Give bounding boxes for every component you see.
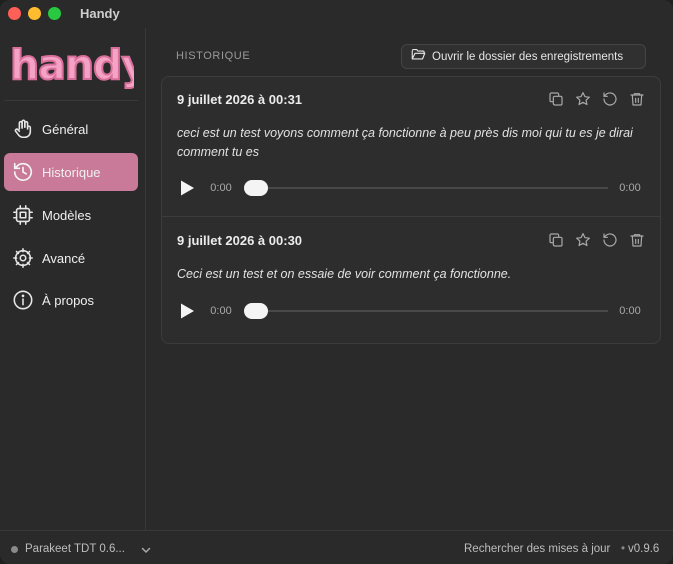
- model-status-dot: [11, 546, 18, 553]
- app-window: Handy handy Général Historique Modèles A…: [0, 0, 673, 564]
- entry-transcript: Ceci est un test et on essaie de voir co…: [177, 267, 512, 281]
- play-button[interactable]: [177, 178, 197, 198]
- rotate-ccw-icon: [603, 92, 617, 106]
- duration: 0:00: [619, 305, 641, 317]
- play-icon: [181, 303, 194, 319]
- favorite-button[interactable]: [574, 231, 592, 249]
- title-bar: Handy: [0, 0, 673, 28]
- entry-actions: [547, 90, 646, 108]
- audio-player: 0:00 0:00: [177, 301, 647, 321]
- open-folder-label: Ouvrir le dossier des enregistrements: [432, 50, 624, 63]
- current-time: 0:00: [210, 182, 232, 194]
- trash-icon: [630, 93, 644, 106]
- copy-icon: [549, 92, 563, 106]
- history-entry: 9 juillet 2026 à 00:31 ceci est un test …: [162, 77, 660, 217]
- trash-icon: [630, 234, 644, 247]
- history-list: 9 juillet 2026 à 00:31 ceci est un test …: [161, 76, 661, 344]
- duration: 0:00: [619, 182, 641, 194]
- play-button[interactable]: [177, 301, 197, 321]
- seek-slider[interactable]: [244, 180, 608, 196]
- window-title: Handy: [80, 6, 120, 21]
- retry-button[interactable]: [601, 231, 619, 249]
- minimize-window-button[interactable]: [28, 7, 41, 20]
- history-icon: [12, 161, 34, 183]
- app-logo-text: handy: [10, 41, 134, 89]
- audio-player: 0:00 0:00: [177, 178, 647, 198]
- seek-slider[interactable]: [244, 303, 608, 319]
- sidebar-item-label: À propos: [42, 292, 95, 308]
- sidebar-divider: [4, 100, 138, 101]
- gear-icon: [12, 247, 34, 269]
- sidebar-item-label: Historique: [42, 164, 101, 180]
- app-version: v0.9.6: [628, 543, 660, 555]
- copy-icon: [549, 233, 563, 247]
- chip-icon: [12, 204, 34, 226]
- history-entry: 9 juillet 2026 à 00:30 Ceci est un test …: [162, 218, 660, 343]
- info-icon: [12, 289, 34, 311]
- current-time: 0:00: [210, 305, 232, 317]
- chevron-down-icon[interactable]: [140, 543, 152, 555]
- sidebar-item-label: Modèles: [42, 207, 92, 223]
- play-icon: [181, 180, 194, 196]
- sidebar-item-general[interactable]: Général: [4, 110, 138, 148]
- star-icon: [576, 233, 590, 247]
- delete-button[interactable]: [628, 90, 646, 108]
- main-panel: HISTORIQUE Ouvrir le dossier des enregis…: [147, 28, 673, 530]
- footer-separator: •: [621, 543, 626, 555]
- seek-thumb[interactable]: [244, 303, 268, 319]
- entry-date: 9 juillet 2026 à 00:31: [177, 92, 303, 107]
- close-window-button[interactable]: [8, 7, 21, 20]
- seek-thumb[interactable]: [244, 180, 268, 196]
- open-recordings-folder-button[interactable]: Ouvrir le dossier des enregistrements: [401, 44, 646, 69]
- entry-transcript: ceci est un test voyons comment ça fonct…: [177, 126, 633, 159]
- status-bar: Parakeet TDT 0.6... Rechercher des mises…: [0, 530, 673, 564]
- star-icon: [576, 92, 590, 106]
- sidebar-item-avance[interactable]: Avancé: [4, 239, 138, 277]
- entry-actions: [547, 231, 646, 249]
- sidebar-item-modeles[interactable]: Modèles: [4, 196, 138, 234]
- retry-button[interactable]: [601, 90, 619, 108]
- sidebar: handy Général Historique Modèles Avancé …: [0, 28, 149, 530]
- app-logo: handy: [8, 38, 149, 90]
- model-selector[interactable]: Parakeet TDT 0.6...: [25, 543, 125, 555]
- folder-open-icon: [411, 48, 426, 66]
- copy-button[interactable]: [547, 231, 565, 249]
- check-updates-link[interactable]: Rechercher des mises à jour: [464, 543, 610, 555]
- sidebar-item-label: Général: [42, 121, 89, 137]
- rotate-ccw-icon: [603, 233, 617, 247]
- delete-button[interactable]: [628, 231, 646, 249]
- sidebar-item-label: Avancé: [42, 250, 86, 266]
- section-title: HISTORIQUE: [176, 50, 251, 62]
- sidebar-item-a-propos[interactable]: À propos: [4, 281, 138, 319]
- sidebar-item-historique[interactable]: Historique: [4, 153, 138, 191]
- favorite-button[interactable]: [574, 90, 592, 108]
- entry-date: 9 juillet 2026 à 00:30: [177, 233, 303, 248]
- hand-icon: [12, 118, 34, 140]
- copy-button[interactable]: [547, 90, 565, 108]
- maximize-window-button[interactable]: [48, 7, 61, 20]
